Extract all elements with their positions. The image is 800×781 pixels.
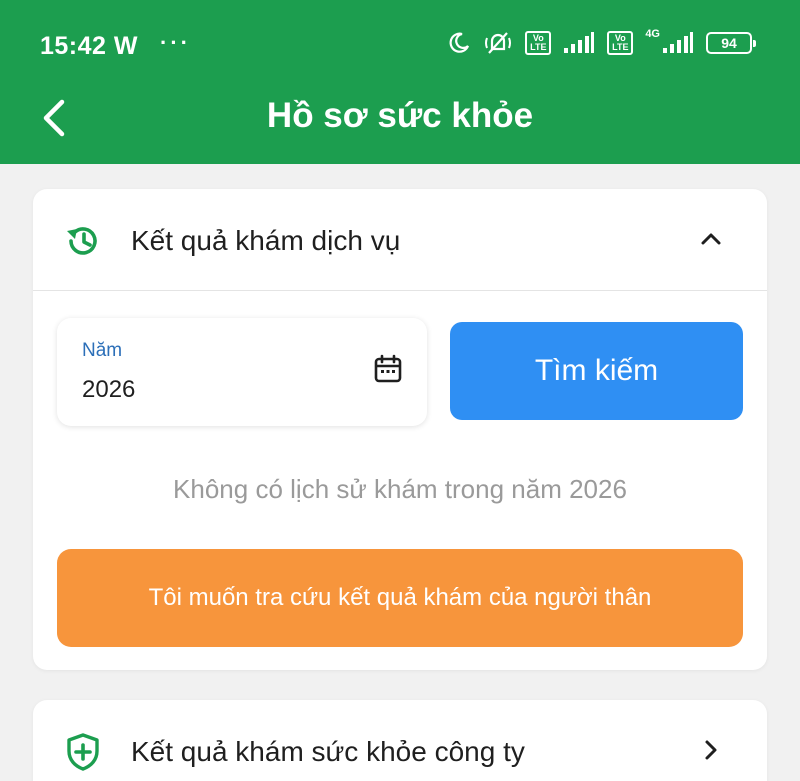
empty-history-message: Không có lịch sử khám trong năm 2026 — [173, 474, 627, 504]
history-icon — [67, 227, 97, 255]
year-field[interactable]: Năm 2026 — [57, 318, 427, 426]
volte-badge: Vo LTE — [525, 31, 552, 55]
signal-icon — [564, 32, 595, 53]
mute-icon — [485, 32, 512, 54]
company-results-card[interactable]: Kết quả khám sức khỏe công ty — [33, 700, 767, 781]
battery-icon: 94 — [706, 32, 756, 54]
signal-icon-2 — [663, 32, 693, 53]
service-results-title: Kết quả khám dịch vụ — [131, 225, 401, 256]
service-results-header[interactable]: Kết quả khám dịch vụ — [33, 189, 767, 291]
calendar-icon[interactable] — [373, 354, 403, 384]
page-title: Hồ sơ sức khỏe — [266, 96, 534, 135]
company-results-title: Kết quả khám sức khỏe công ty — [131, 736, 525, 767]
status-time: 15:42 W — [40, 32, 138, 60]
app-header: 15:42 W ··· Vo LTE Vo LTE 4G 94 Hồ sơ sứ… — [0, 0, 800, 164]
year-field-value[interactable]: 2026 — [82, 376, 135, 404]
status-dots: ··· — [160, 30, 191, 55]
company-results-header[interactable]: Kết quả khám sức khỏe công ty — [33, 700, 767, 781]
relative-lookup-button[interactable]: Tôi muốn tra cứu kết quả khám của người … — [57, 549, 743, 647]
network-type: 4G — [645, 28, 660, 40]
volte-badge-2: Vo LTE — [607, 31, 634, 55]
status-bar: 15:42 W ··· Vo LTE Vo LTE 4G 94 — [0, 0, 800, 90]
service-results-card: Kết quả khám dịch vụ Năm 2026 Tìm kiếm K… — [33, 189, 767, 670]
year-field-label: Năm — [82, 340, 123, 361]
status-icons: Vo LTE Vo LTE 4G 94 — [447, 28, 756, 56]
moon-icon — [449, 32, 470, 53]
chevron-right-icon[interactable] — [699, 738, 723, 762]
search-button[interactable]: Tìm kiếm — [450, 322, 743, 420]
chevron-up-icon[interactable] — [699, 227, 723, 251]
shield-plus-icon — [67, 733, 99, 771]
